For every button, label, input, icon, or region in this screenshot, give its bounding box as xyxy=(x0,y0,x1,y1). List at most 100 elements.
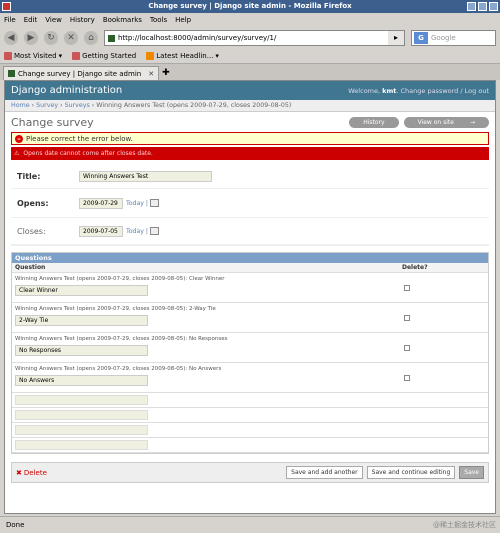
title-label: Title: xyxy=(17,171,41,181)
delete-checkbox[interactable] xyxy=(404,375,410,381)
question-original: Winning Answers Test (opens 2009-07-29, … xyxy=(15,306,216,312)
calendar-icon[interactable] xyxy=(150,227,159,235)
column-delete: Delete? xyxy=(402,264,428,271)
bookmark-most-visited[interactable]: Most Visited ▾ xyxy=(4,52,62,60)
breadcrumb-current: Winning Answers Test (opens 2009-07-29, … xyxy=(96,102,292,109)
question-original: Winning Answers Test (opens 2009-07-29, … xyxy=(15,366,222,372)
delete-icon: ✖ xyxy=(16,468,22,477)
delete-label: Delete xyxy=(23,468,47,477)
search-box[interactable]: G Google xyxy=(411,30,496,46)
bookmark-label: Most Visited xyxy=(14,52,57,60)
menu-tools[interactable]: Tools xyxy=(150,16,167,24)
empty-question-input[interactable] xyxy=(15,425,148,435)
title-input[interactable]: Winning Answers Test xyxy=(79,170,212,182)
error-note-text: Please correct the error below. xyxy=(26,134,133,143)
window-titlebar: Change survey | Django site admin - Mozi… xyxy=(0,0,500,13)
empty-question-row xyxy=(12,408,488,423)
empty-question-row xyxy=(12,393,488,408)
question-row: Winning Answers Test (opens 2009-07-29, … xyxy=(12,273,488,303)
page-title: Change survey xyxy=(11,115,94,129)
change-password-link[interactable]: Change password xyxy=(401,87,459,95)
view-on-site-button[interactable]: View on site → xyxy=(403,116,489,128)
survey-fieldset: Title: Winning Answers Test Opens: 2009-… xyxy=(11,164,489,246)
question-row: Winning Answers Test (opens 2009-07-29, … xyxy=(12,333,488,363)
breadcrumb-sep: › xyxy=(91,102,95,109)
watermark: @稀土掘金技术社区 xyxy=(433,521,496,529)
closes-label: Closes: xyxy=(17,226,46,236)
delete-link[interactable]: ✖ Delete xyxy=(16,469,47,477)
submit-row: ✖ Delete Save and add another Save and c… xyxy=(11,462,489,483)
stop-button[interactable]: ✕ xyxy=(64,31,78,45)
view-on-site-label: View on site xyxy=(410,117,461,127)
menu-bookmarks[interactable]: Bookmarks xyxy=(103,16,142,24)
delete-checkbox[interactable] xyxy=(404,345,410,351)
window-title: Change survey | Django site admin - Mozi… xyxy=(148,2,352,10)
delete-checkbox[interactable] xyxy=(404,285,410,291)
bookmark-icon xyxy=(72,52,81,60)
tab-label: Change survey | Django site admin xyxy=(18,69,142,78)
empty-question-row xyxy=(12,423,488,438)
question-input[interactable]: No Answers xyxy=(15,375,148,386)
reload-button[interactable]: ↻ xyxy=(44,31,58,45)
logout-link[interactable]: Log out xyxy=(465,87,489,95)
inline-heading: Questions xyxy=(12,253,488,263)
error-list: ⚠ Opens date cannot come after closes da… xyxy=(11,147,489,160)
menu-view[interactable]: View xyxy=(45,16,62,24)
content-header: Change survey History View on site → xyxy=(5,112,495,132)
opens-today-link[interactable]: Today xyxy=(126,200,144,207)
home-button[interactable]: ⌂ xyxy=(84,31,98,45)
menu-edit[interactable]: Edit xyxy=(24,16,38,24)
new-tab-button[interactable]: ✚ xyxy=(162,68,170,80)
question-input[interactable]: No Responses xyxy=(15,345,148,356)
google-icon: G xyxy=(414,32,428,44)
warning-icon: ⚠ xyxy=(14,150,20,157)
close-tab-icon[interactable]: ✕ xyxy=(148,70,154,78)
url-bar[interactable]: http://localhost:8000/admin/survey/surve… xyxy=(104,30,405,46)
bookmark-label: Getting Started xyxy=(82,52,137,60)
history-button[interactable]: History xyxy=(349,116,399,128)
closes-today-link[interactable]: Today xyxy=(126,228,144,235)
breadcrumb: Home › Survey › Surveys › Winning Answer… xyxy=(5,100,495,112)
breadcrumb-model[interactable]: Surveys xyxy=(65,102,90,109)
questions-inline: Questions Question Delete? Winning Answe… xyxy=(11,252,489,454)
site-name[interactable]: Django administration xyxy=(11,85,122,96)
empty-question-input[interactable] xyxy=(15,395,148,405)
object-tools: History View on site → xyxy=(349,116,489,128)
welcome-text: Welcome, xyxy=(348,86,381,95)
menu-bar: File Edit View History Bookmarks Tools H… xyxy=(0,13,500,27)
closes-shortcuts: Today | xyxy=(126,227,159,235)
menu-file[interactable]: File xyxy=(4,16,16,24)
back-button[interactable]: ◀ xyxy=(4,31,18,45)
maximize-button[interactable] xyxy=(478,2,487,11)
breadcrumb-app[interactable]: Survey xyxy=(36,102,58,109)
bookmark-getting-started[interactable]: Getting Started xyxy=(72,52,136,60)
menu-help[interactable]: Help xyxy=(175,16,191,24)
url-text: http://localhost:8000/admin/survey/surve… xyxy=(118,34,277,42)
bookmark-latest-headlines[interactable]: Latest Headlin... ▾ xyxy=(146,52,219,60)
save-button[interactable]: Save xyxy=(459,466,484,479)
close-window-button[interactable] xyxy=(489,2,498,11)
save-and-continue-button[interactable]: Save and continue editing xyxy=(366,466,456,479)
browser-tab[interactable]: Change survey | Django site admin ✕ xyxy=(3,66,160,80)
arrow-right-icon: → xyxy=(462,117,482,127)
empty-question-row xyxy=(12,438,488,453)
opens-shortcuts: Today | xyxy=(126,199,159,207)
bookmarks-toolbar: Most Visited ▾ Getting Started Latest He… xyxy=(0,49,500,64)
save-and-add-another-button[interactable]: Save and add another xyxy=(286,466,363,479)
menu-history[interactable]: History xyxy=(70,16,95,24)
question-input[interactable]: 2-Way Tie xyxy=(15,315,148,326)
breadcrumb-home[interactable]: Home xyxy=(11,102,30,109)
forward-button[interactable]: ▶ xyxy=(24,31,38,45)
calendar-icon[interactable] xyxy=(150,199,159,207)
empty-question-input[interactable] xyxy=(15,440,148,450)
closes-date-input[interactable]: 2009-07-05 xyxy=(79,225,123,237)
minimize-button[interactable] xyxy=(467,2,476,11)
question-input[interactable]: Clear Winner xyxy=(15,285,148,296)
inline-table-header: Question Delete? xyxy=(12,263,488,273)
empty-question-input[interactable] xyxy=(15,410,148,420)
opens-date-input[interactable]: 2009-07-29 xyxy=(79,197,123,209)
delete-checkbox[interactable] xyxy=(404,315,410,321)
go-button[interactable]: ▸ xyxy=(388,31,404,45)
page-favicon xyxy=(108,34,115,42)
error-note: – Please correct the error below. xyxy=(11,132,489,145)
